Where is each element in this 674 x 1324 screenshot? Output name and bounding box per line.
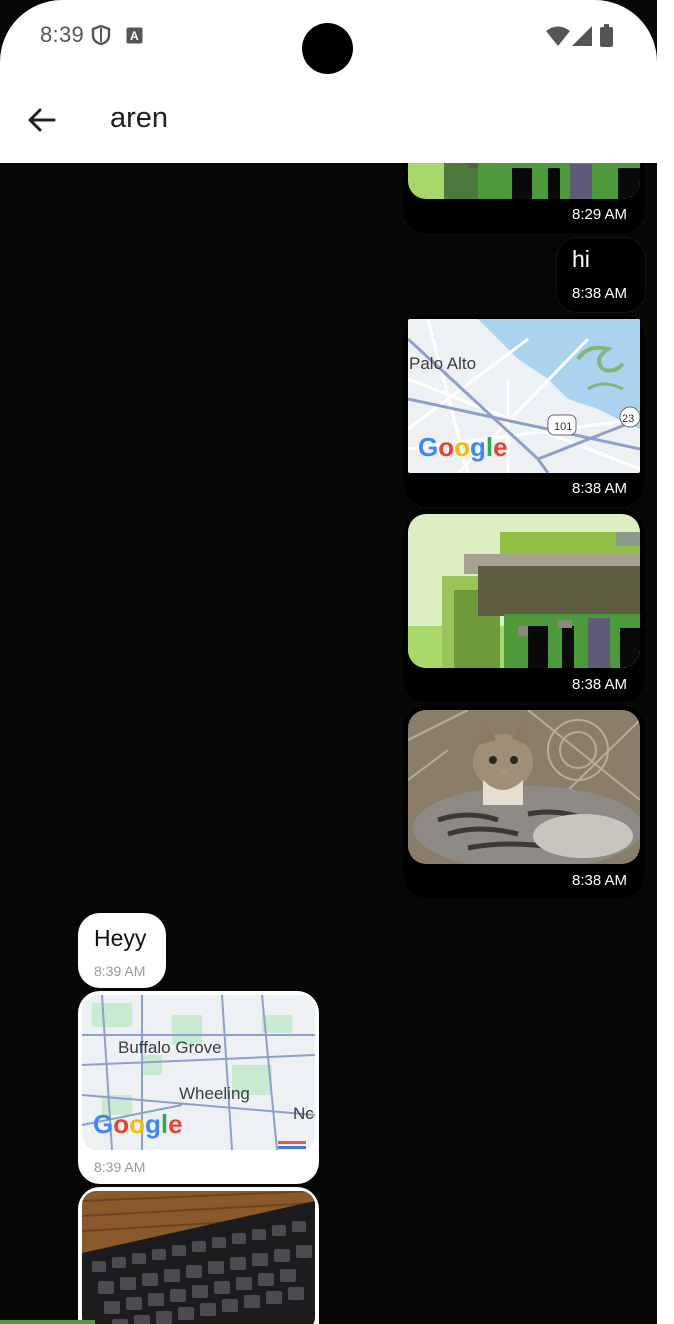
bottom-progress-indicator — [0, 1320, 95, 1324]
back-button[interactable] — [24, 102, 60, 138]
message-time: 8:38 AM — [572, 676, 628, 693]
message-time: 8:38 AM — [572, 480, 628, 497]
signal-icon — [572, 26, 592, 51]
chat-screen: 8:29 AM hi 8:38 AM 101 23 Palo Alto Goog… — [0, 0, 657, 1324]
cat-photo[interactable] — [408, 710, 640, 864]
message-time: 8:39 AM — [94, 963, 146, 979]
message-image[interactable] — [408, 514, 640, 668]
conversation-title: aren — [110, 102, 169, 134]
status-time: 8:39 — [40, 22, 85, 47]
wifi-icon — [546, 26, 570, 51]
camera-cutout — [302, 23, 353, 74]
map-shield-label: 101 — [554, 421, 572, 433]
google-logo: Google — [418, 432, 508, 462]
svg-text:A: A — [130, 29, 139, 43]
map-shield-label: 23 — [622, 413, 634, 425]
google-logo: Google — [93, 1109, 183, 1139]
message-time: 8:39 AM — [94, 1159, 146, 1175]
map-label: Nc — [293, 1104, 314, 1123]
message-time: 8:38 AM — [572, 872, 628, 889]
keyboard-a-icon: A — [126, 27, 143, 49]
shield-icon — [91, 24, 111, 51]
message-time: 8:29 AM — [572, 206, 628, 223]
keyboard-photo[interactable] — [82, 1191, 315, 1324]
message-text: Heyy — [94, 925, 147, 951]
map-label: Palo Alto — [409, 354, 477, 373]
screen-edge — [657, 0, 674, 1324]
battery-icon — [600, 24, 613, 52]
map-label: Buffalo Grove — [118, 1038, 222, 1057]
message-time: 8:38 AM — [572, 285, 628, 302]
arrow-left-icon — [28, 108, 56, 132]
message-text: hi — [572, 246, 590, 272]
map-label: Wheeling — [179, 1084, 250, 1103]
app-bar: 8:39 A aren — [0, 0, 657, 163]
